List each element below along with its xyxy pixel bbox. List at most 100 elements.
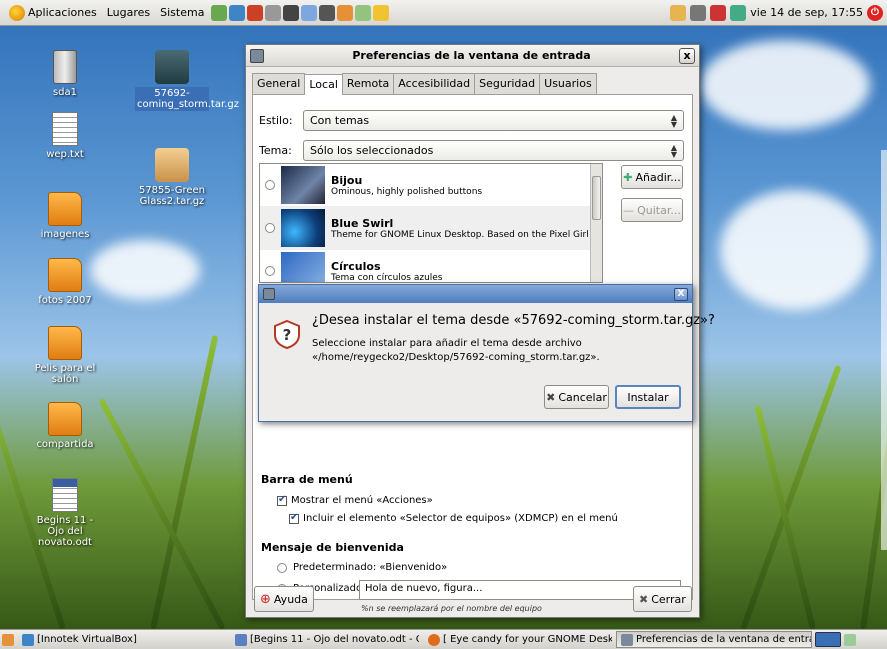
desktop-icon-label: fotos 2007 (38, 295, 92, 306)
desktop-icon-compartida[interactable]: compartida (28, 402, 102, 450)
desktop-icon-pelis[interactable]: Pelis para el salón (28, 326, 102, 385)
taskbar-item-virtualbox[interactable]: [Innotek VirtualBox] (17, 631, 227, 648)
power-icon[interactable]: ⏻ (867, 4, 883, 21)
tab-general[interactable]: General (252, 73, 306, 94)
remove-theme-button[interactable]: — Quitar... (621, 198, 683, 222)
workspace-switcher[interactable] (815, 632, 841, 647)
taskbar-item-firefox[interactable]: [ Eye candy for your GNOME Desktop ... (423, 631, 613, 648)
applications-menu-label: Aplicaciones (28, 6, 97, 19)
close-button-label: Cerrar (651, 592, 686, 606)
show-actions-checkbox[interactable] (277, 494, 287, 506)
theme-radio[interactable] (265, 266, 275, 276)
dialog-close-button[interactable]: X (674, 287, 688, 301)
taskbar-item-begins[interactable]: [Begins 11 - Ojo del novato.odt - Ope... (230, 631, 420, 648)
system-menu-label: Sistema (160, 6, 205, 19)
taskbar-item-preferences[interactable]: Preferencias de la ventana de entrada (616, 631, 812, 648)
plus-icon: ✚ (623, 170, 633, 184)
theme-radio[interactable] (265, 223, 275, 233)
help-button[interactable]: ⊕ Ayuda (254, 586, 314, 612)
theme-row-blue-swirl[interactable]: Blue Swirl Theme for GNOME Linux Desktop… (260, 207, 602, 250)
desktop-icon-fotos[interactable]: fotos 2007 (28, 258, 102, 306)
grass-blade (754, 405, 816, 630)
add-theme-button[interactable]: ✚ Añadir... (621, 165, 683, 189)
launcher-icon[interactable] (337, 4, 354, 21)
taskbar-item-label: [Innotek VirtualBox] (37, 634, 137, 645)
theme-row-circulos[interactable]: Círculos Tema con círculos azules (260, 250, 602, 282)
launcher-icon[interactable] (265, 4, 282, 21)
theme-list[interactable]: Bijou Ominous, highly polished buttons B… (259, 163, 603, 283)
launcher-icon[interactable] (355, 4, 372, 21)
gnome-foot-icon (9, 4, 25, 21)
tray-icon[interactable] (730, 4, 747, 21)
dialog-titlebar[interactable]: X (259, 285, 692, 303)
include-chooser-row[interactable]: Incluir el elemento «Selector de equipos… (289, 512, 618, 524)
show-actions-row[interactable]: Mostrar el menú «Acciones» (277, 494, 433, 506)
tab-accessibility[interactable]: Accesibilidad (393, 73, 476, 94)
tray-icon[interactable] (690, 4, 707, 21)
default-welcome-radio[interactable] (277, 562, 287, 573)
window-titlebar[interactable]: Preferencias de la ventana de entrada x (246, 45, 699, 67)
launcher-icon[interactable] (283, 4, 300, 21)
dialog-message: Seleccione instalar para añadir el tema … (312, 338, 600, 363)
desktop-icon-imagenes[interactable]: imagenes (28, 192, 102, 240)
desktop-icon-sda1[interactable]: sda1 (28, 50, 102, 98)
welcome-section-title: Mensaje de bienvenida (261, 541, 404, 554)
archive-icon (155, 148, 189, 182)
launcher-icon[interactable] (211, 4, 228, 21)
default-welcome-row[interactable]: Predeterminado: «Bienvenido» (277, 562, 447, 573)
help-lifebuoy-icon: ⊕ (260, 591, 271, 607)
desktop-icon-begins[interactable]: Begins 11 - Ojo del novato.odt (28, 478, 102, 548)
tray-icon[interactable] (670, 4, 687, 21)
install-button[interactable]: Instalar (615, 385, 681, 409)
document-icon (52, 478, 78, 512)
cancel-button[interactable]: ✖ Cancelar (544, 385, 609, 409)
virtualbox-icon (22, 633, 34, 646)
theme-row-bijou[interactable]: Bijou Ominous, highly polished buttons (260, 164, 602, 207)
window-close-button[interactable]: x (679, 47, 695, 64)
archive-icon (155, 50, 189, 84)
places-menu[interactable]: Lugares (102, 6, 155, 19)
install-theme-dialog: X ? ¿Desea instalar el tema desde «57692… (258, 284, 715, 422)
theme-radio[interactable] (265, 180, 275, 190)
svg-text:?: ? (283, 326, 292, 344)
cloud (700, 40, 870, 130)
close-button[interactable]: ✖ Cerrar (633, 586, 692, 612)
firefox-icon (428, 633, 440, 646)
applications-menu[interactable]: Aplicaciones (4, 4, 102, 21)
include-chooser-label: Incluir el elemento «Selector de equipos… (303, 513, 618, 524)
theme-combo[interactable]: Sólo los seleccionados ▲ ▼ (303, 140, 684, 161)
tray-icon[interactable] (710, 4, 727, 21)
desktop-icon-coming-storm[interactable]: 57692-coming_storm.tar.gz (135, 50, 239, 111)
tab-remote[interactable]: Remota (341, 73, 395, 94)
desktop-icon-wep[interactable]: wep.txt (28, 112, 102, 160)
theme-thumbnail (281, 166, 325, 204)
scrollbar-thumb[interactable] (592, 176, 601, 220)
style-combo[interactable]: Con temas ▲ ▼ (303, 110, 684, 131)
tray-area: vie 14 de sep, 17:55 ⏻ (670, 4, 883, 21)
launcher-icon[interactable] (247, 4, 264, 21)
show-desktop-icon[interactable] (2, 633, 14, 646)
dialog-menu-icon[interactable] (263, 288, 275, 300)
desktop-icon-label: 57855-Green Glass2.tar.gz (138, 185, 206, 207)
include-chooser-checkbox[interactable] (289, 512, 299, 524)
launcher-icon[interactable] (373, 4, 390, 21)
launcher-icon[interactable] (319, 4, 336, 21)
desktop-icon-green-glass[interactable]: 57855-Green Glass2.tar.gz (135, 148, 209, 207)
window-menu-icon[interactable] (250, 48, 264, 63)
remove-theme-label: Quitar... (637, 203, 681, 217)
tab-local[interactable]: Local (304, 74, 343, 95)
launcher-icon[interactable] (301, 4, 318, 21)
tab-users[interactable]: Usuarios (539, 73, 597, 94)
tab-security[interactable]: Seguridad (474, 73, 541, 94)
clock[interactable]: vie 14 de sep, 17:55 (750, 6, 863, 19)
theme-list-scrollbar[interactable] (590, 164, 602, 282)
trash-icon[interactable] (844, 633, 856, 646)
top-panel: Aplicaciones Lugares Sistema vie 14 de s… (0, 0, 887, 26)
style-row: Estilo: Con temas ▲ ▼ (259, 110, 684, 131)
launcher-icon[interactable] (229, 4, 246, 21)
system-menu[interactable]: Sistema (155, 6, 209, 19)
folder-icon (48, 326, 82, 360)
tab-bar: General Local Remota Accesibilidad Segur… (246, 67, 699, 95)
install-button-label: Instalar (627, 390, 669, 404)
desktop-icon-label: sda1 (52, 87, 78, 98)
